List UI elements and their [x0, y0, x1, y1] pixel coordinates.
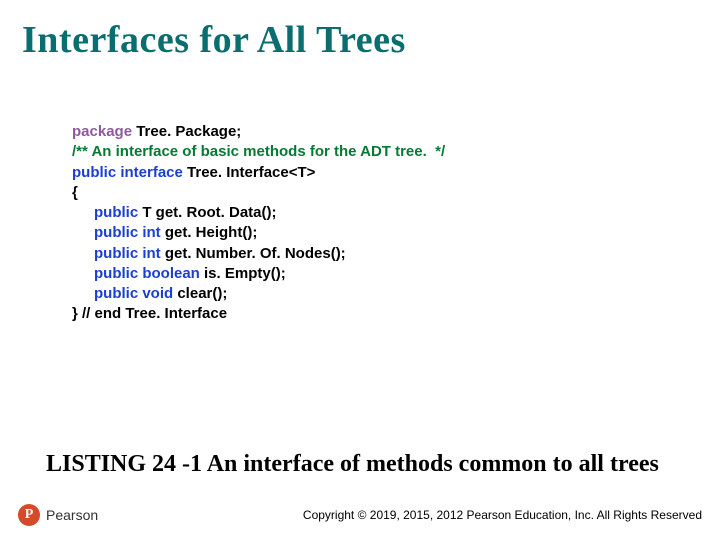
keyword-public-void: public void — [94, 285, 173, 302]
code-text: is. Empty(); — [200, 265, 286, 282]
code-line: { — [72, 183, 698, 203]
code-line: public boolean is. Empty(); — [72, 264, 698, 284]
javadoc-comment: /** An interface of basic methods for th… — [72, 143, 445, 160]
code-text: T get. Root. Data(); — [138, 204, 276, 221]
logo-icon: P — [18, 504, 40, 526]
code-line: public T get. Root. Data(); — [72, 203, 698, 223]
code-line: public interface Tree. Interface<T> — [72, 163, 698, 183]
code-text: clear(); — [173, 285, 227, 302]
code-text: get. Height(); — [161, 224, 258, 241]
keyword-public-interface: public interface — [72, 164, 183, 181]
logo-text: Pearson — [46, 507, 98, 523]
footer: P Pearson Copyright © 2019, 2015, 2012 P… — [0, 504, 720, 526]
code-text: get. Number. Of. Nodes(); — [161, 245, 346, 262]
code-line: public int get. Height(); — [72, 223, 698, 243]
code-line: public void clear(); — [72, 284, 698, 304]
code-block: package Tree. Package; /** An interface … — [72, 122, 698, 325]
keyword-public-boolean: public boolean — [94, 265, 200, 282]
code-line: public int get. Number. Of. Nodes(); — [72, 244, 698, 264]
code-line: package Tree. Package; — [72, 122, 698, 142]
listing-caption: LISTING 24 -1 An interface of methods co… — [46, 451, 659, 478]
slide: Interfaces for All Trees package Tree. P… — [0, 0, 720, 540]
code-text: Tree. Package; — [132, 123, 241, 140]
keyword-package: package — [72, 123, 132, 140]
keyword-public-int: public int — [94, 224, 161, 241]
page-title: Interfaces for All Trees — [22, 18, 698, 62]
code-text: Tree. Interface<T> — [183, 164, 316, 181]
code-line: /** An interface of basic methods for th… — [72, 142, 698, 162]
copyright-text: Copyright © 2019, 2015, 2012 Pearson Edu… — [303, 508, 702, 522]
code-line: } // end Tree. Interface — [72, 304, 698, 324]
publisher-logo: P Pearson — [18, 504, 98, 526]
keyword-public-int: public int — [94, 245, 161, 262]
keyword-public: public — [94, 204, 138, 221]
